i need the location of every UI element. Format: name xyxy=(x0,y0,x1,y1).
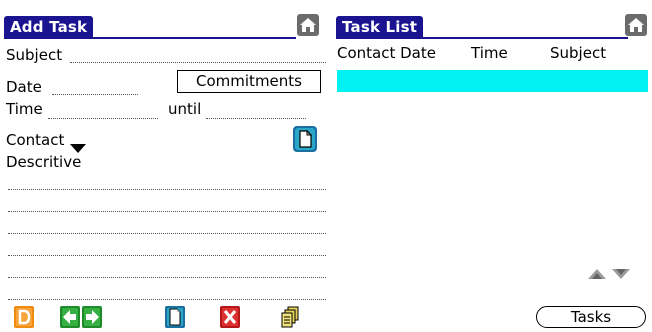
column-header-time[interactable]: Time xyxy=(471,44,508,62)
arrow-right-icon[interactable] xyxy=(82,306,102,328)
task-list-title-rule xyxy=(336,37,628,39)
description-line-1[interactable] xyxy=(8,189,326,190)
arrow-left-icon[interactable] xyxy=(60,306,80,328)
date-field[interactable] xyxy=(52,94,138,95)
note-icon[interactable] xyxy=(293,126,317,152)
commitments-button[interactable]: Commitments xyxy=(177,70,321,93)
time-label: Time xyxy=(6,100,43,118)
delete-icon[interactable] xyxy=(14,306,34,328)
subject-label: Subject xyxy=(6,46,63,64)
new-document-icon[interactable] xyxy=(165,306,185,328)
task-row-selected[interactable] xyxy=(337,70,648,92)
column-header-contact-date[interactable]: Contact Date xyxy=(337,44,436,62)
description-line-4[interactable] xyxy=(8,255,326,256)
description-line-3[interactable] xyxy=(8,233,326,234)
subject-field[interactable] xyxy=(70,62,326,63)
home-icon[interactable] xyxy=(625,14,647,36)
column-header-subject[interactable]: Subject xyxy=(550,44,606,62)
task-list-title: Task List xyxy=(336,16,424,38)
add-task-title: Add Task xyxy=(4,16,94,38)
until-label: until xyxy=(168,100,202,118)
description-line-6[interactable] xyxy=(8,299,326,300)
tasks-button[interactable]: Tasks xyxy=(536,306,646,328)
time-field[interactable] xyxy=(48,118,158,119)
description-line-5[interactable] xyxy=(8,277,326,278)
until-field[interactable] xyxy=(206,118,306,119)
home-icon[interactable] xyxy=(297,14,319,36)
cancel-x-icon[interactable] xyxy=(220,306,240,328)
copy-icon[interactable] xyxy=(280,306,300,328)
contact-label[interactable]: Contact xyxy=(6,131,64,149)
description-line-2[interactable] xyxy=(8,211,326,212)
add-task-title-rule xyxy=(4,37,296,39)
date-label: Date xyxy=(6,78,42,96)
descriptive-label: Descritive xyxy=(6,153,82,171)
scroll-arrows-icon[interactable] xyxy=(588,266,636,285)
